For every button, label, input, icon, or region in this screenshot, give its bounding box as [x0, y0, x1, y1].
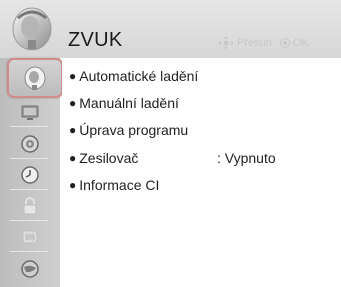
satellite-dish-icon	[24, 66, 46, 90]
bullet-icon: ●	[69, 178, 77, 192]
move-arrows-icon	[218, 36, 234, 50]
sidebar-item-network[interactable]	[5, 256, 54, 281]
hint-move-label: Přesun	[237, 37, 272, 49]
bullet-icon: ●	[69, 123, 77, 137]
sidebar-item-lock[interactable]	[5, 193, 54, 218]
sidebar-item-time[interactable]	[5, 162, 54, 187]
film-icon	[22, 230, 37, 243]
bullet-icon: ●	[69, 96, 77, 110]
bullet-icon: ●	[69, 151, 77, 165]
bullet-icon: ●	[69, 69, 77, 83]
menu-item-ci-info[interactable]: ● Informace CI	[69, 175, 159, 195]
key-hints: Přesun OK	[218, 36, 309, 50]
lock-icon	[23, 196, 36, 214]
menu-item-label: Zesilovač	[79, 150, 139, 166]
sidebar-item-sound[interactable]	[5, 131, 54, 156]
menu-item-label: Automatické ladění	[79, 68, 199, 84]
monitor-icon	[21, 105, 38, 120]
menu-panel: ● Automatické ladění ● Manuální ladění ●…	[62, 58, 341, 287]
hint-ok-label: OK	[292, 37, 309, 49]
clock-icon	[20, 165, 39, 184]
globe-icon	[20, 259, 39, 278]
header-bar: ZVUK Přesun OK	[0, 0, 341, 58]
menu-item-program-edit[interactable]: ● Úprava programu	[69, 120, 188, 140]
menu-item-auto-tuning[interactable]: ● Automatické ladění	[69, 66, 198, 86]
sidebar-item-picture[interactable]	[5, 99, 54, 124]
sidebar	[0, 58, 63, 287]
menu-item-manual-tuning[interactable]: ● Manuální ladění	[69, 93, 179, 113]
speaker-icon	[20, 134, 39, 153]
sidebar-item-channels[interactable]	[7, 58, 63, 98]
menu-item-label: Manuální ladění	[79, 95, 179, 111]
page-title: ZVUK	[68, 29, 123, 51]
booster-value: : Vypnuto	[217, 150, 276, 166]
satellite-dish-icon	[12, 7, 52, 51]
ok-button-icon	[279, 38, 290, 48]
menu-item-booster[interactable]: ● Zesilovač : Vypnuto	[69, 148, 329, 168]
menu-item-label: Úprava programu	[79, 122, 189, 138]
menu-item-label: Informace CI	[79, 177, 160, 193]
sidebar-item-option[interactable]	[5, 224, 54, 249]
